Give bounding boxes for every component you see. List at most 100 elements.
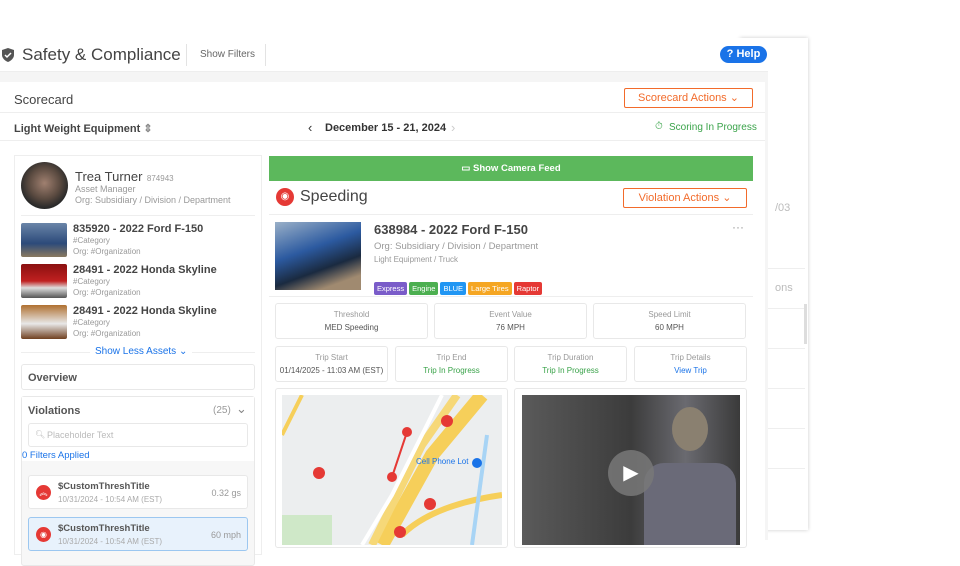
driver-role: Asset Manager — [75, 184, 136, 194]
violations-count: (25) — [213, 405, 231, 416]
asset-category: #Category — [73, 318, 110, 327]
stat-speed-limit: Speed Limit 60 MPH — [593, 303, 746, 339]
timer-icon: ⏱ — [655, 121, 663, 132]
search-icon: 🔍︎ — [35, 430, 46, 439]
back-column: ons — [775, 282, 793, 294]
asset-category: #Category — [73, 277, 110, 286]
asset-org: Org: #Organization — [73, 288, 141, 297]
violation-item[interactable]: ︽ $CustomThreshTitle 10/31/2024 - 10:54 … — [28, 475, 248, 509]
violation-asset-category: Light Equipment / Truck — [374, 255, 459, 264]
violation-title: $CustomThreshTitle — [58, 481, 150, 492]
search-placeholder: Placeholder Text — [47, 430, 114, 440]
scoring-status: Scoring In Progress — [669, 122, 757, 133]
map-card: Cell Phone Lot — [275, 388, 508, 548]
violation-actions-button[interactable]: Violation Actions ⌄ — [623, 188, 747, 208]
tag: Large Tires — [468, 282, 512, 295]
map-marker — [313, 467, 325, 479]
prev-week-icon[interactable]: ‹ — [308, 120, 312, 135]
show-camera-feed-button[interactable]: ▭ Show Camera Feed — [269, 156, 753, 181]
asset-tags: Express Engine BLUE Large Tires Raptor — [374, 278, 544, 296]
next-week-icon[interactable]: › — [451, 120, 455, 135]
violations-title: Violations — [28, 405, 81, 417]
scorecard-card: Scorecard Scorecard Actions ⌄ Light Weig… — [0, 82, 765, 566]
map-marker — [424, 498, 436, 510]
harsh-accel-icon: ︽ — [36, 485, 51, 500]
asset-thumbnail — [21, 264, 67, 298]
violation-value: 60 mph — [210, 530, 241, 540]
violations-search-input[interactable]: 🔍︎ Placeholder Text — [28, 423, 248, 447]
tag: Raptor — [513, 282, 543, 295]
trip-duration: Trip Duration Trip In Progress — [514, 346, 627, 382]
trip-map[interactable] — [282, 395, 502, 545]
camera-video[interactable]: ▶ — [522, 395, 740, 545]
map-marker — [394, 526, 406, 538]
speeding-icon: ◉ — [276, 188, 294, 206]
asset-category: #Category — [73, 236, 110, 245]
violation-date: 10/31/2024 - 10:54 AM (EST) — [58, 537, 163, 546]
trip-start: Trip Start 01/14/2025 - 11:03 AM (EST) — [275, 346, 388, 382]
help-label: Help — [736, 48, 761, 60]
more-options-icon[interactable]: ··· — [732, 220, 744, 234]
asset-photo — [275, 222, 361, 290]
chevron-down-icon[interactable]: ⌄ — [236, 401, 247, 417]
stat-event-value: Event Value 76 MPH — [434, 303, 587, 339]
violation-asset-name: 638984 - 2022 Ford F-150 — [374, 222, 528, 237]
driver-name: Trea Turner — [75, 169, 143, 184]
overview-label: Overview — [28, 372, 77, 384]
asset-thumbnail — [21, 223, 67, 257]
asset-thumbnail — [21, 305, 67, 339]
show-filters-button[interactable]: Show Filters — [200, 49, 255, 60]
chevron-down-icon: ⌄ — [722, 192, 732, 204]
tag: BLUE — [440, 282, 467, 295]
trip-end: Trip End Trip In Progress — [395, 346, 508, 382]
play-screen-icon: ▭ — [461, 163, 471, 174]
show-less-label: Show Less Assets — [95, 346, 177, 357]
camera-feed-label: Show Camera Feed — [472, 163, 561, 174]
stat-threshold: Threshold MED Speeding — [275, 303, 428, 339]
violation-type-title: Speeding — [300, 188, 368, 205]
violation-actions-label: Violation Actions — [638, 192, 720, 204]
scrollbar[interactable] — [804, 304, 807, 344]
asset-org: Org: #Organization — [73, 247, 141, 256]
map-marker — [387, 472, 397, 482]
equipment-select[interactable]: Light Weight Equipment ⇕ — [14, 122, 153, 135]
help-button[interactable]: ? Help — [720, 46, 767, 63]
asset-name: 835920 - 2022 Ford F-150 — [73, 223, 204, 235]
avatar — [21, 162, 68, 209]
trip-details: Trip Details View Trip — [634, 346, 747, 382]
asset-name: 28491 - 2022 Honda Skyline — [73, 305, 217, 317]
violation-item-selected[interactable]: ◉ $CustomThreshTitle 10/31/2024 - 10:54 … — [28, 517, 248, 551]
video-card: ▶ — [514, 388, 747, 548]
page-title: Safety & Compliance — [22, 45, 181, 64]
scorecard-title: Scorecard — [14, 92, 74, 107]
view-trip-link[interactable]: View Trip — [635, 366, 746, 375]
main-window: Safety & Compliance Show Filters ? Help … — [0, 38, 768, 566]
tag: Engine — [409, 282, 439, 295]
overview-section[interactable]: Overview — [21, 364, 255, 390]
map-label: Cell Phone Lot — [416, 457, 469, 466]
show-less-assets-link[interactable]: Show Less Assets ⌄ — [90, 346, 193, 357]
shield-icon — [2, 48, 14, 62]
sort-icon: ⇕ — [143, 123, 153, 135]
map-marker — [441, 415, 453, 427]
map-marker — [402, 427, 412, 437]
date-range: December 15 - 21, 2024 — [325, 122, 447, 134]
asset-org: Org: #Organization — [73, 329, 141, 338]
help-icon: ? — [726, 48, 734, 60]
back-date: /03 — [775, 202, 791, 214]
scorecard-actions-button[interactable]: Scorecard Actions ⌄ — [624, 88, 753, 108]
violation-title: $CustomThreshTitle — [58, 523, 150, 534]
play-icon[interactable]: ▶ — [608, 450, 654, 496]
driver-org: Org: Subsidiary / Division / Department — [75, 195, 231, 205]
driver-id: 874943 — [146, 174, 174, 183]
driver-panel: Trea Turner 874943 Asset Manager Org: Su… — [14, 155, 262, 566]
top-bar: Safety & Compliance Show Filters ? Help — [0, 38, 768, 72]
chevron-down-icon: ⌄ — [729, 92, 739, 104]
violation-asset-org: Org: Subsidiary / Division / Department — [374, 241, 539, 252]
violation-value: 0.32 gs — [211, 488, 241, 498]
chevron-down-icon: ⌄ — [178, 346, 188, 357]
filters-applied-link[interactable]: 0 Filters Applied — [22, 450, 90, 461]
violation-date: 10/31/2024 - 10:54 AM (EST) — [58, 495, 163, 504]
equipment-label: Light Weight Equipment — [14, 123, 141, 135]
asset-name: 28491 - 2022 Honda Skyline — [73, 264, 217, 276]
